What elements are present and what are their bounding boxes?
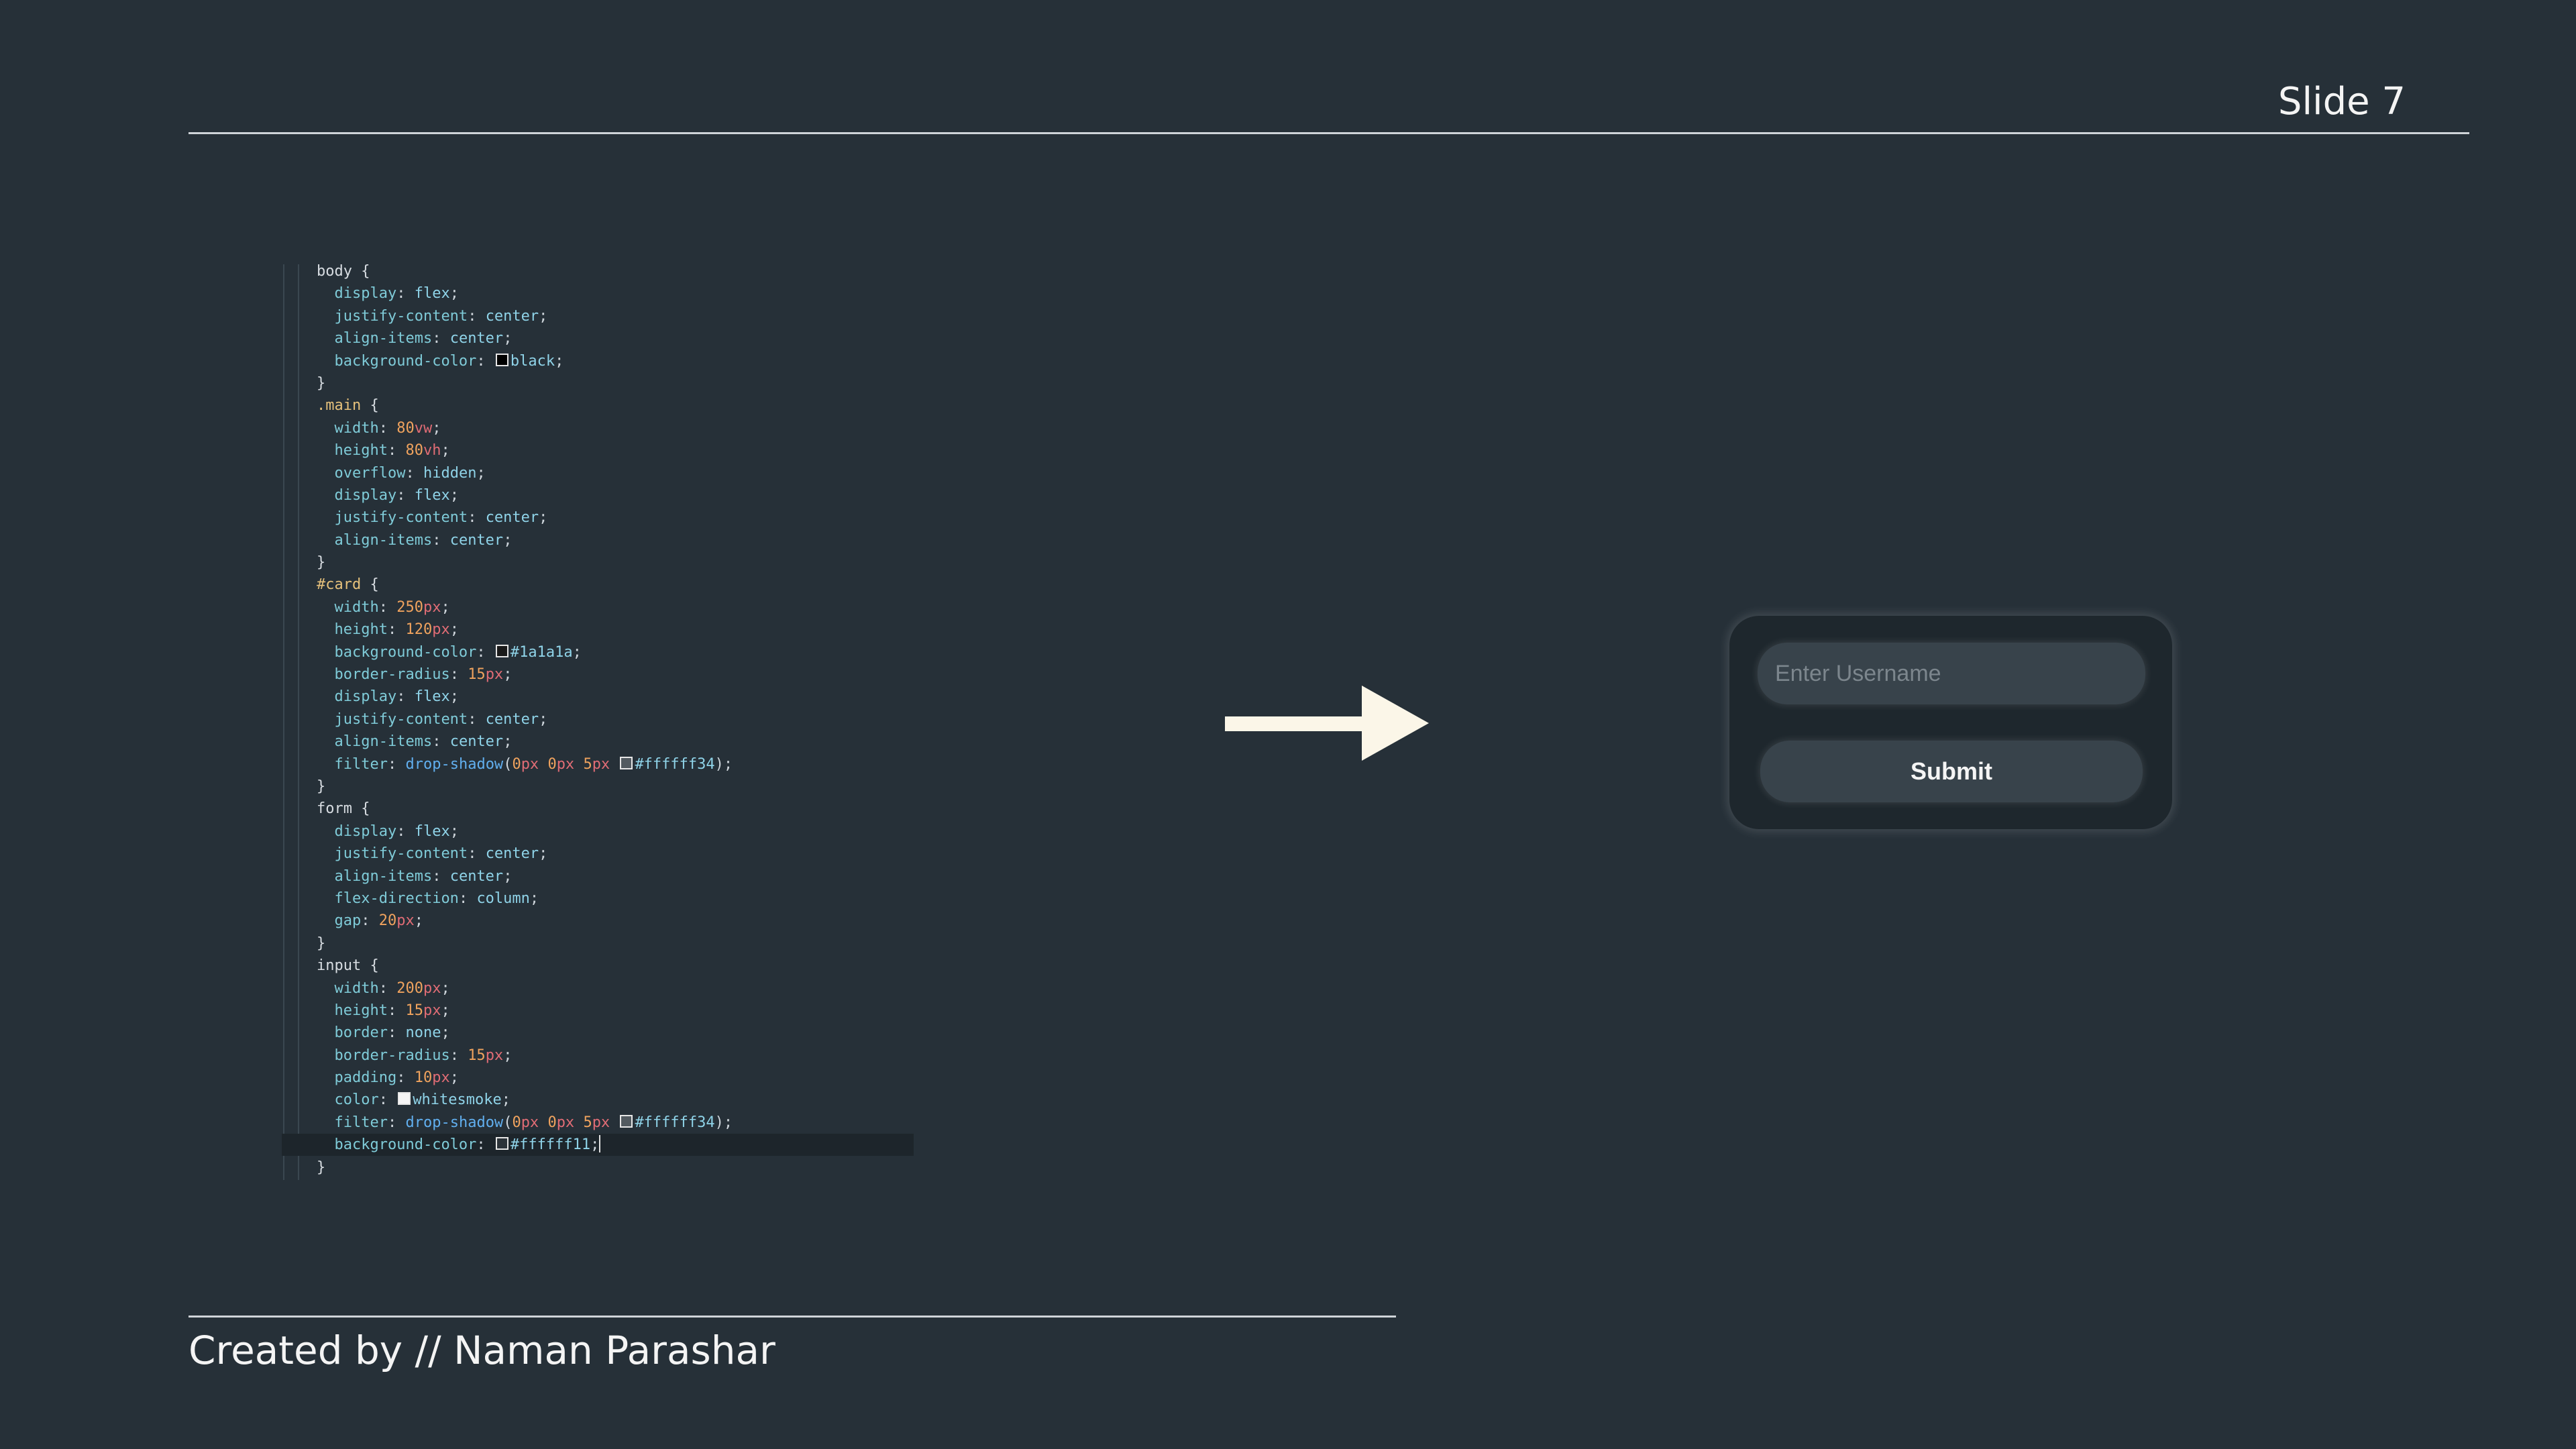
code-line: align-items: center;	[334, 531, 513, 549]
code-line: color: whitesmoke;	[334, 1091, 511, 1109]
code-line: align-items: center;	[334, 733, 513, 751]
code-line: display: flex;	[334, 688, 459, 706]
code-line: height: 80vh;	[334, 442, 450, 460]
code-line: justify-content: center;	[334, 845, 548, 863]
indent-guide	[298, 264, 299, 1180]
login-card: Submit	[1729, 616, 2172, 829]
code-line: width: 250px;	[334, 598, 450, 616]
code-line: background-color: #ffffff11;	[334, 1135, 601, 1154]
code-line: background-color: #1a1a1a;	[334, 643, 582, 661]
username-input[interactable]	[1758, 643, 2145, 704]
code-line: justify-content: center;	[334, 710, 548, 728]
code-line: border-radius: 15px;	[334, 666, 513, 684]
code-line: filter: drop-shadow(0px 0px 5px #ffffff3…	[334, 1114, 733, 1131]
right-arrow-icon	[1225, 686, 1429, 761]
code-line: overflow: hidden;	[334, 464, 486, 482]
code-line: }	[317, 777, 326, 795]
code-line: flex-direction: column;	[334, 890, 539, 907]
code-line: display: flex;	[334, 285, 459, 303]
code-line: padding: 10px;	[334, 1069, 459, 1087]
code-line: width: 200px;	[334, 979, 450, 997]
code-line: height: 15px;	[334, 1002, 450, 1019]
slide-title: Slide 7	[2277, 80, 2406, 123]
code-line: border-radius: 15px;	[334, 1046, 513, 1064]
code-line: filter: drop-shadow(0px 0px 5px #ffffff3…	[334, 755, 733, 773]
code-panel: body { display: flex; justify-content: c…	[282, 264, 914, 1180]
code-line: justify-content: center;	[334, 509, 548, 527]
code-line: display: flex;	[334, 822, 459, 840]
submit-button[interactable]: Submit	[1760, 741, 2143, 802]
code-line: display: flex;	[334, 486, 459, 504]
code-line: height: 120px;	[334, 621, 459, 639]
code-line: input {	[317, 957, 379, 975]
code-line: }	[317, 934, 326, 952]
credit-text: Created by // Naman Parashar	[189, 1328, 775, 1373]
top-divider	[189, 132, 2469, 134]
code-line: width: 80vw;	[334, 419, 441, 437]
code-line: }	[317, 374, 326, 392]
code-line: gap: 20px;	[334, 912, 424, 930]
code-line: }	[317, 1159, 326, 1176]
code-line: body {	[317, 264, 370, 280]
code-lines: body { display: flex; justify-content: c…	[317, 264, 733, 1179]
code-line: .main {	[317, 397, 379, 415]
bottom-divider	[189, 1316, 1396, 1318]
code-line: }	[317, 554, 326, 572]
code-line: justify-content: center;	[334, 307, 548, 325]
code-line: border: none;	[334, 1024, 450, 1042]
code-line: align-items: center;	[334, 330, 513, 347]
code-line: #card {	[317, 576, 379, 594]
code-line: background-color: black;	[334, 352, 564, 370]
code-line: form {	[317, 800, 370, 818]
indent-guide	[283, 264, 284, 1180]
code-line: align-items: center;	[334, 867, 513, 885]
